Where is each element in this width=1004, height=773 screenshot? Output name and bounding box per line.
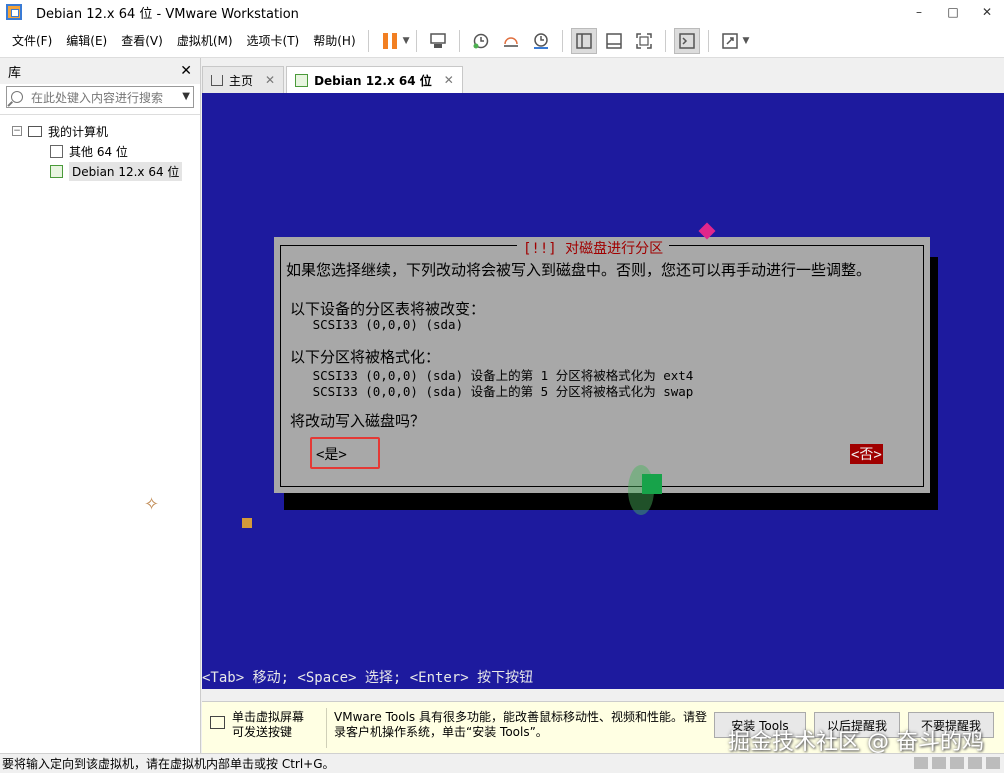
notification-message: VMware Tools 具有很多功能，能改善鼠标移动性、视频和性能。请登录客户… [334,710,707,739]
tab-bar: 主页 ✕ Debian 12.x 64 位 ✕ [202,66,1004,93]
network-icon[interactable] [950,757,964,769]
decorative-square [642,474,662,494]
library-search-input[interactable]: 在此处键入内容进行搜索 ▼ [6,86,194,108]
search-placeholder: 在此处键入内容进行搜索 [31,90,164,105]
computer-icon [28,125,42,137]
library-header: 库 ✕ [0,58,200,84]
section1-line: SCSI33 (0,0,0) (sda) [290,317,464,332]
stretch-icon [721,32,738,49]
maximize-button[interactable]: □ [936,0,970,24]
toolbar-separator [664,29,666,52]
vm-console-screen[interactable]: [!!] 对磁盘进行分区 如果您选择继续，下列改动将会被写入到磁盘中。否则，您还… [202,93,1004,689]
snapshot-manager-button[interactable] [528,28,554,54]
stretch-guest-button[interactable] [717,28,743,54]
tab-close-button[interactable]: ✕ [265,73,275,87]
fit-screen-icon [635,32,652,49]
toolbar-separator [561,29,563,52]
pause-button[interactable] [377,28,403,54]
full-screen-button[interactable] [631,28,657,54]
tree-item-label: 我的计算机 [48,124,109,139]
sparkle-icon: ✧ [144,494,160,515]
library-view-icon [575,32,592,49]
menu-file[interactable]: 文件(F) [6,32,58,49]
cd-icon[interactable] [932,757,946,769]
tree-item-debian[interactable]: Debian 12.x 64 位 [0,161,200,181]
watermark: 掘金技术社区 @ 奋斗的鸡 [728,730,984,755]
window-controls: – □ ✕ [902,0,1004,24]
title-bar: Debian 12.x 64 位 - VMware Workstation – … [0,0,1004,24]
library-close-button[interactable]: ✕ [180,63,192,79]
menu-view[interactable]: 查看(V) [115,32,169,49]
toolbar-separator [367,29,369,52]
thumbnail-view-icon [605,32,622,49]
pause-icon [382,32,397,49]
status-icons [910,757,1000,769]
revert-snapshot-button[interactable] [498,28,524,54]
status-text: 要将输入定向到该虚拟机，请在虚拟机内部单击或按 Ctrl+G。 [2,757,335,771]
revert-snapshot-icon [503,36,518,47]
snapshot-button[interactable] [468,28,494,54]
dialog-title: [!!] 对磁盘进行分区 [517,238,670,258]
tab-label: Debian 12.x 64 位 [314,73,432,88]
console-view-button[interactable] [673,27,700,54]
tab-close-button[interactable]: ✕ [444,73,454,87]
vmware-tools-notification: 单击虚拟屏幕 可发送按键 VMware Tools 具有很多功能，能改善鼠标移动… [202,701,1004,755]
section2-line-2: SCSI33 (0,0,0) (sda) 设备上的第 5 分区将被格式化为 sw… [290,384,694,399]
tree-item-label: 其他 64 位 [69,144,128,159]
running-vm-icon [50,164,63,178]
section1-title: 以下设备的分区表将被改变： [290,300,486,318]
library-panel: 库 ✕ 在此处键入内容进行搜索 ▼ − 我的计算机 其他 64 位 Debian… [0,58,201,753]
yes-button[interactable]: <是> [316,444,347,464]
send-ctrl-alt-del-button[interactable] [425,28,451,54]
window-title: Debian 12.x 64 位 - VMware Workstation [36,6,299,22]
collapse-icon[interactable]: − [12,126,22,136]
notification-separator [326,708,327,748]
tree-item-other-64[interactable]: 其他 64 位 [0,141,200,161]
console-icon [678,32,695,49]
send-keys-icon [429,32,446,48]
library-tree: − 我的计算机 其他 64 位 Debian 12.x 64 位 [0,114,200,181]
notification-hint: 单击虚拟屏幕 可发送按键 [232,710,305,739]
toolbar-separator [458,29,460,52]
tab-label: 主页 [229,73,254,88]
keyboard-screen-icon [210,716,225,729]
vmware-logo-icon [6,4,22,20]
tab-home[interactable]: 主页 ✕ [202,66,285,93]
status-bar: 要将输入定向到该虚拟机，请在虚拟机内部单击或按 Ctrl+G。 [0,753,1004,773]
disk-icon[interactable] [914,757,928,769]
chevron-down-icon[interactable]: ▼ [743,36,750,46]
toolbar-separator [415,29,417,52]
thumbnail-bar-button[interactable] [601,28,627,54]
sound-icon[interactable] [968,757,982,769]
tree-item-my-computer[interactable]: − 我的计算机 [0,121,200,141]
snapshot-icon [473,33,488,48]
home-icon [211,74,223,86]
confirm-question: 将改动写入磁盘吗？ [290,412,426,430]
snapshot-manager-icon [533,32,548,49]
menu-bar: 文件(F) 编辑(E) 查看(V) 虚拟机(M) 选项卡(T) 帮助(H) ▼ … [0,24,1004,58]
chevron-down-icon[interactable]: ▼ [403,36,410,46]
decorative-square [242,518,252,528]
display-icon[interactable] [986,757,1000,769]
library-title: 库 [8,65,22,81]
tree-item-label: Debian 12.x 64 位 [69,161,183,181]
keyboard-hint: <Tab> 移动; <Space> 选择; <Enter> 按下按钮 [202,670,534,686]
menu-tabs[interactable]: 选项卡(T) [241,32,306,49]
search-dropdown-icon[interactable]: ▼ [182,91,190,102]
dialog-lead-text: 如果您选择继续，下列改动将会被写入到磁盘中。否则，您还可以再手动进行一些调整。 [286,261,872,279]
show-library-button[interactable] [570,27,597,54]
minimize-button[interactable]: – [902,0,936,24]
close-button[interactable]: ✕ [970,0,1004,24]
partition-dialog: [!!] 对磁盘进行分区 如果您选择继续，下列改动将会被写入到磁盘中。否则，您还… [274,237,930,493]
toolbar-separator [707,29,709,52]
menu-vm[interactable]: 虚拟机(M) [171,32,239,49]
vm-icon [50,144,63,158]
menu-help[interactable]: 帮助(H) [307,32,361,49]
no-button[interactable]: <否> [850,444,883,464]
tab-debian[interactable]: Debian 12.x 64 位 ✕ [286,66,463,93]
search-icon [11,91,23,103]
running-vm-icon [295,73,309,87]
section2-title: 以下分区将被格式化： [290,348,441,366]
menu-edit[interactable]: 编辑(E) [60,32,113,49]
